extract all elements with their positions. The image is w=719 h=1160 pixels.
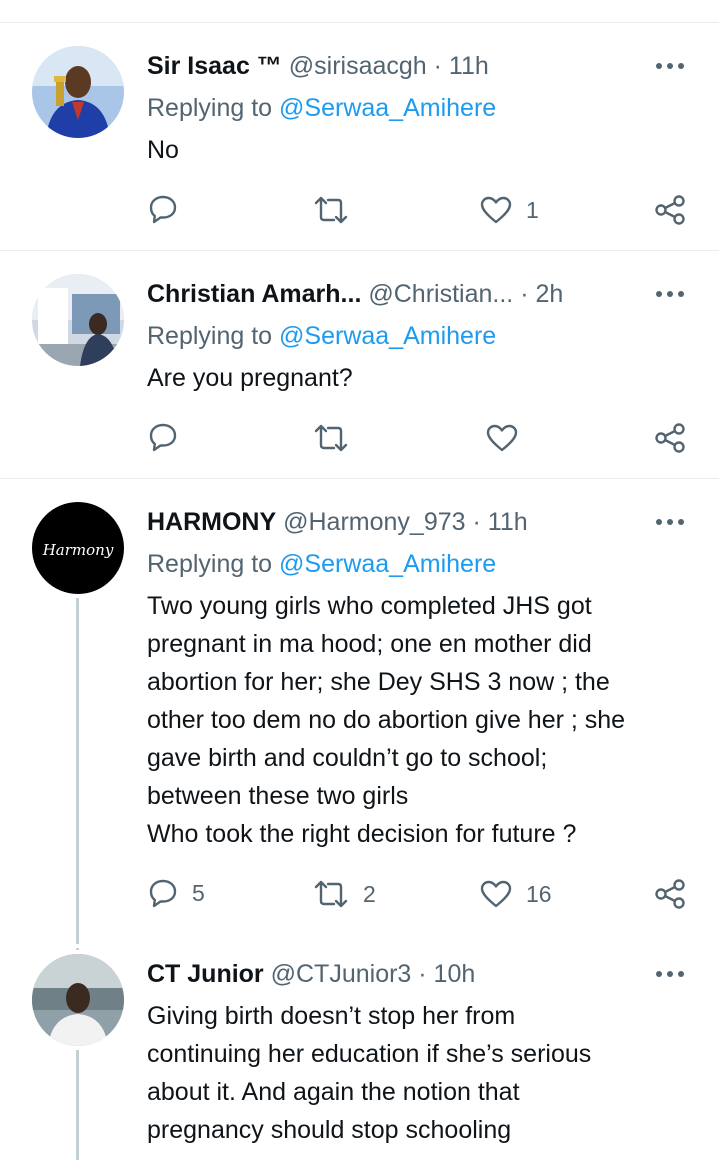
avatar[interactable] <box>32 274 124 366</box>
reply-icon <box>149 195 177 224</box>
replying-to: Replying to @Serwaa_Amihere <box>147 549 496 579</box>
avatar[interactable] <box>32 46 124 138</box>
tweet-text: Giving birth doesn’t stop her from conti… <box>147 1002 592 1144</box>
replying-label: Replying to <box>147 322 280 350</box>
share-icon <box>655 195 685 225</box>
reply-target-link[interactable]: @Serwaa_Amihere <box>279 94 496 122</box>
display-name[interactable]: HARMONY <box>147 508 276 536</box>
share-icon <box>655 879 685 909</box>
timestamp[interactable]: · 11h <box>434 52 489 80</box>
tweet[interactable]: Christian Amarh... @Christian... · 2h Re… <box>0 250 719 478</box>
replying-to: Replying to @Serwaa_Amihere <box>147 93 496 123</box>
like-button[interactable]: 16 <box>480 880 552 908</box>
tweet[interactable]: CT Junior @CTJunior3 · 10h Giving birth … <box>0 948 719 1160</box>
tweet-text: Are you pregnant? <box>147 364 353 392</box>
tweet-header: CT Junior @CTJunior3 · 10h <box>147 959 659 989</box>
retweet-button[interactable]: 2 <box>313 880 376 908</box>
thread-line <box>76 598 79 944</box>
reply-icon <box>149 879 177 908</box>
avatar[interactable] <box>32 954 124 1046</box>
like-count: 1 <box>526 196 539 223</box>
more-icon[interactable] <box>655 290 685 298</box>
replying-to: Replying to @Serwaa_Amihere <box>147 321 496 351</box>
tweet-text: No <box>147 136 179 164</box>
heart-icon <box>480 196 512 224</box>
like-count: 16 <box>526 880 552 907</box>
retweet-icon <box>314 424 348 452</box>
thread-line <box>76 1050 79 1160</box>
more-icon[interactable] <box>655 970 685 978</box>
timestamp[interactable]: · 11h <box>473 508 528 536</box>
tweet[interactable]: Harmony HARMONY @Harmony_973 · 11h Reply… <box>0 478 719 948</box>
user-handle[interactable]: @Christian... <box>368 280 513 308</box>
replying-label: Replying to <box>147 550 280 578</box>
thread-line <box>76 948 79 950</box>
reply-button[interactable] <box>148 194 192 224</box>
retweet-button[interactable] <box>313 424 363 452</box>
user-handle[interactable]: @Harmony_973 <box>283 508 465 536</box>
reply-button[interactable] <box>148 422 192 452</box>
replying-label: Replying to <box>147 94 280 122</box>
reply-target-link[interactable]: @Serwaa_Amihere <box>279 322 496 350</box>
reply-target-link[interactable]: @Serwaa_Amihere <box>279 550 496 578</box>
retweet-count: 2 <box>363 880 376 907</box>
avatar-logo-text: Harmony <box>42 541 114 559</box>
display-name[interactable]: Christian Amarh... <box>147 280 361 308</box>
more-icon[interactable] <box>655 518 685 526</box>
tweet-header: Sir Isaac ™ @sirisaacgh · 11h <box>147 51 659 81</box>
share-icon <box>655 423 685 453</box>
share-button[interactable] <box>654 423 686 453</box>
tweet-header: HARMONY @Harmony_973 · 11h <box>147 507 659 537</box>
tweet-text: Two young girls who completed JHS got pr… <box>147 592 626 848</box>
tweet-header: Christian Amarh... @Christian... · 2h <box>147 279 659 309</box>
reply-count: 5 <box>192 879 205 906</box>
display-name[interactable]: Sir Isaac ™ <box>147 52 282 80</box>
avatar[interactable]: Harmony <box>32 502 124 594</box>
tweet[interactable]: Sir Isaac ™ @sirisaacgh · 11h Replying t… <box>0 0 719 250</box>
like-button[interactable]: 1 <box>480 196 539 224</box>
retweet-icon <box>314 196 348 224</box>
timestamp[interactable]: · 2h <box>520 280 563 308</box>
share-button[interactable] <box>654 879 686 909</box>
reply-icon <box>149 423 177 452</box>
like-button[interactable] <box>486 424 532 452</box>
share-button[interactable] <box>654 195 686 225</box>
user-handle[interactable]: @CTJunior3 <box>271 960 412 988</box>
retweet-button[interactable] <box>313 196 363 224</box>
timestamp[interactable]: · 10h <box>418 960 475 988</box>
reply-button[interactable]: 5 <box>148 878 205 908</box>
more-icon[interactable] <box>655 62 685 70</box>
heart-icon <box>486 424 518 452</box>
display-name[interactable]: CT Junior <box>147 960 264 988</box>
retweet-icon <box>314 880 348 908</box>
user-handle[interactable]: @sirisaacgh <box>289 52 427 80</box>
heart-icon <box>480 880 512 908</box>
